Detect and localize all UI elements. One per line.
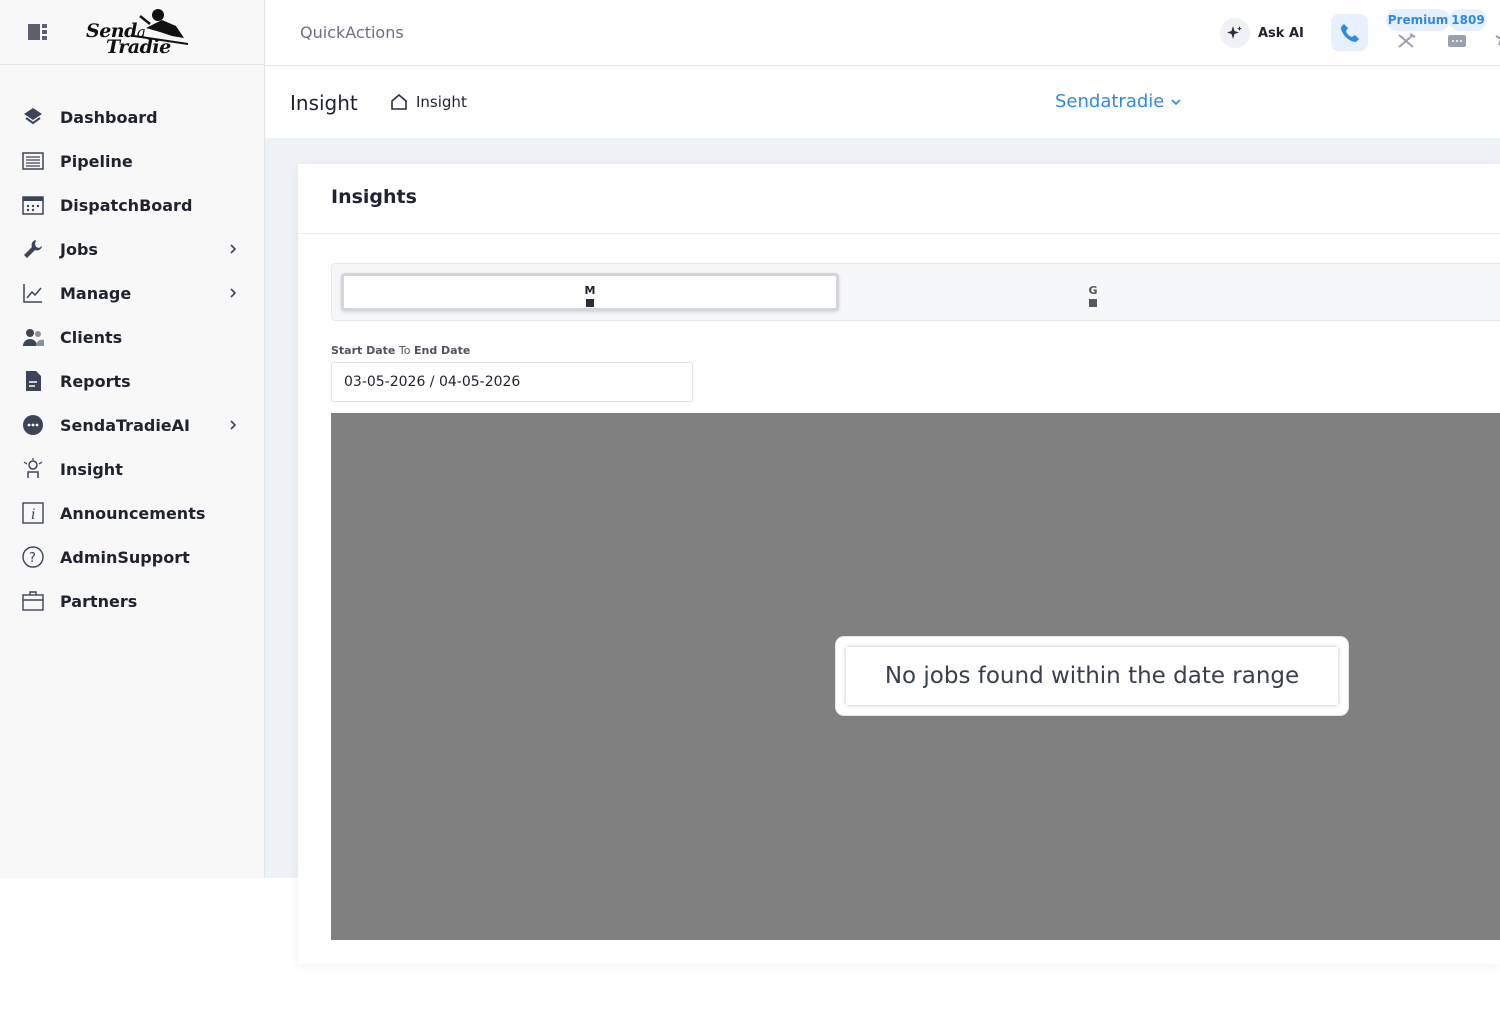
sidebar-toggle-icon[interactable] [28,23,48,41]
chart-icon [23,284,42,303]
chevron-right-icon [230,288,237,298]
home-icon[interactable] [390,94,408,110]
quick-actions-button[interactable]: QuickActions [300,23,404,42]
sidebar-item-label: Dashboard [60,107,158,127]
help-icon: ? [22,546,44,568]
sidebar-item-adminsupport[interactable]: ? AdminSupport [0,535,264,579]
sidebar-nav: Dashboard Pipeline DispatchBoard Jobs Ma… [0,95,264,623]
sidebar-item-pipeline[interactable]: Pipeline [0,139,264,183]
sparkle-icon [1220,18,1250,48]
brand-line-2: Tradie [106,36,171,58]
breadcrumb: Insight [390,93,467,111]
report-icon [26,371,41,391]
plan-badge: Premium [1386,9,1450,31]
ask-ai-button[interactable]: Ask AI [1220,17,1304,49]
sidebar-item-sendatradieai[interactable]: SendaTradieAI [0,403,264,447]
sidebar-item-partners[interactable]: Partners [0,579,264,623]
insight-tabs: M G [331,263,1500,321]
tab-m[interactable]: M [341,273,839,311]
wrench-icon [24,240,42,258]
sidebar-item-label: Insight [60,459,123,479]
calendar-icon [22,196,44,215]
tab-indicator-icon [586,299,594,307]
sidebar-item-insight[interactable]: Insight [0,447,264,491]
phone-icon [1340,23,1359,42]
pipeline-icon [22,152,44,170]
loading-overlay: No jobs found within the date range [331,413,1500,940]
svg-text:?: ? [29,551,36,566]
dashboard-icon [24,108,42,125]
sidebar-item-label: Pipeline [60,151,133,171]
info-icon: i [22,502,44,524]
empty-message: No jobs found within the date range [884,663,1300,689]
sidebar-item-jobs[interactable]: Jobs [0,227,264,271]
card-header: Insights [298,164,1500,234]
brand-logo[interactable]: Senda Tradie [84,6,194,58]
tab-indicator-icon [1089,299,1097,307]
sidebar-item-label: Reports [60,371,131,391]
notification-icon[interactable] [1493,33,1500,49]
card-title: Insights [331,186,417,208]
phone-button[interactable] [1331,14,1368,51]
sidebar-item-dispatchboard[interactable]: DispatchBoard [0,183,264,227]
message-icon[interactable] [1447,33,1467,49]
sidebar-item-manage[interactable]: Manage [0,271,264,315]
tab-label: M [584,284,596,297]
sidebar-item-label: Clients [60,327,123,347]
tab-label: G [1088,284,1098,297]
tab-g[interactable]: G [844,273,1342,311]
sidebar-item-label: Partners [60,591,138,611]
briefcase-icon [22,591,44,611]
chevron-right-icon [230,244,237,254]
sidebar-item-label: SendaTradieAI [60,415,190,435]
sidebar-item-label: AdminSupport [60,547,190,567]
sidebar: Senda Tradie Dashboard Pipeline Dispatch… [0,0,265,878]
company-selector[interactable]: Sendatradie [1055,91,1182,112]
sidebar-item-clients[interactable]: Clients [0,315,264,359]
tools-icon[interactable] [1397,33,1417,49]
sidebar-item-label: DispatchBoard [60,195,193,215]
chevron-down-icon [1171,98,1181,105]
sidebar-item-announcements[interactable]: i Announcements [0,491,264,535]
page-title: Insight [290,91,358,115]
users-icon [23,329,44,346]
sidebar-header: Senda Tradie [0,0,264,65]
top-bar: QuickActions Ask AI Premium 1809 [265,0,1500,66]
chat-icon [23,415,43,435]
date-range-input[interactable] [331,362,693,402]
insights-card: Insights M G Start Date To End Date No j… [298,164,1500,964]
breadcrumb-current: Insight [416,93,467,111]
chevron-right-icon [230,420,237,430]
company-name: Sendatradie [1055,91,1165,112]
svg-text:i: i [31,507,35,523]
date-range-label: Start Date To End Date [331,344,471,357]
empty-state: No jobs found within the date range [836,637,1348,715]
count-badge: 1809 [1449,9,1487,31]
sidebar-item-reports[interactable]: Reports [0,359,264,403]
sidebar-item-dashboard[interactable]: Dashboard [0,95,264,139]
sidebar-item-label: Jobs [60,239,98,259]
empty-state-inner: No jobs found within the date range [846,647,1338,705]
ask-ai-label: Ask AI [1258,25,1304,41]
page-header: Insight Insight Sendatradie [265,67,1500,138]
sidebar-item-label: Announcements [60,503,206,523]
insight-icon [23,458,43,478]
sidebar-item-label: Manage [60,283,132,303]
